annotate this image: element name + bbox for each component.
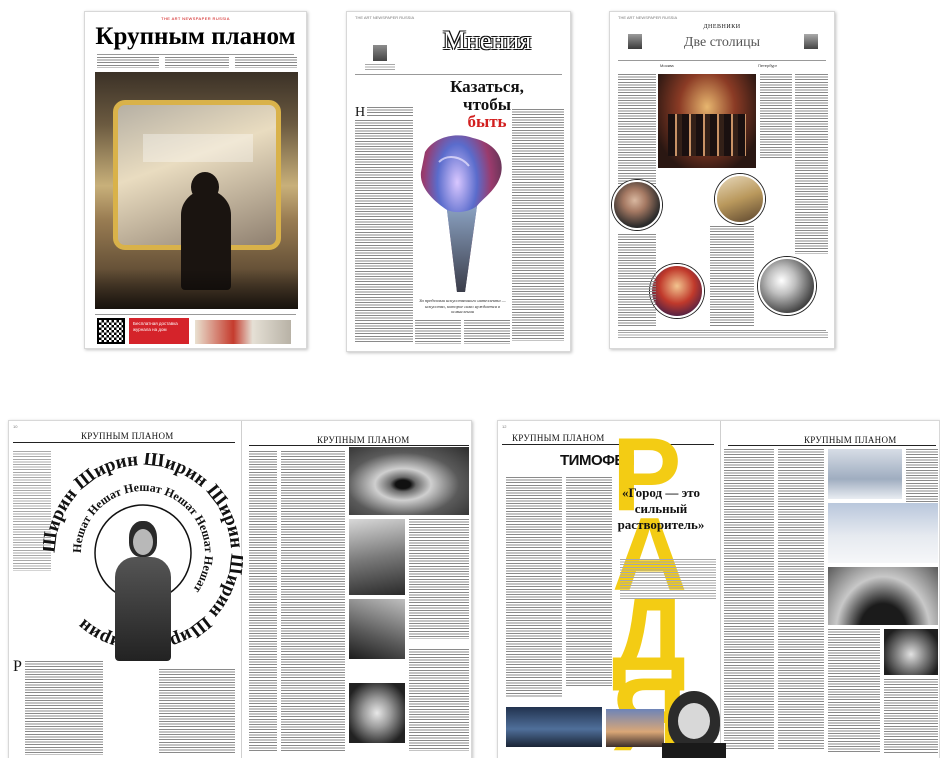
body-column-left bbox=[25, 661, 103, 755]
spread-thumbnail-timofey-radya[interactable]: 12 КРУПНЫМ ПЛАНОМ КРУПНЫМ ПЛАНОМ ТИМОФЕЙ… bbox=[497, 420, 940, 758]
body-column-2 bbox=[415, 320, 461, 344]
body-column-right-2 bbox=[778, 449, 824, 749]
teaser-text-2 bbox=[165, 57, 229, 68]
body-column-1 bbox=[618, 74, 656, 194]
photo-circle-crowd bbox=[650, 264, 704, 318]
body-column-right-1 bbox=[724, 449, 774, 749]
body-column-4 bbox=[512, 109, 564, 341]
cover-photo-bus-window bbox=[95, 72, 298, 309]
body-column-3 bbox=[760, 74, 792, 158]
photo-snow-pyramid bbox=[828, 503, 938, 563]
title-rule bbox=[355, 74, 562, 75]
section-label: ДНЕВНИКИ bbox=[703, 24, 741, 30]
ad-magazine-stack bbox=[195, 320, 291, 344]
page-thumbnail-close-up[interactable]: THE ART NEWSPAPER RUSSIA Крупным планом … bbox=[84, 11, 307, 349]
footer-rule bbox=[95, 314, 296, 315]
body-column-left-2 bbox=[566, 477, 612, 687]
pull-quote: За пределами искусственного интеллекта —… bbox=[415, 298, 510, 315]
photo-musicians-stage bbox=[658, 74, 756, 168]
page-title: Две столицы bbox=[683, 35, 761, 50]
artwork-mineral-sculpture bbox=[417, 132, 509, 297]
body-column-right-3 bbox=[828, 629, 880, 753]
body-column-right-4 bbox=[884, 679, 938, 753]
title-rule bbox=[97, 54, 294, 55]
ad-banner-text: Бесплатная доставка журнала на дом bbox=[133, 321, 178, 332]
section-header-left: КРУПНЫМ ПЛАНОМ bbox=[81, 431, 174, 441]
footer-rule bbox=[618, 330, 826, 331]
body-column-6 bbox=[710, 226, 754, 326]
photo-landscape-dusk bbox=[606, 709, 664, 747]
photo-circle-portrait-man bbox=[612, 180, 662, 230]
author-caption bbox=[365, 64, 395, 70]
ad-banner: Бесплатная доставка журнала на дом bbox=[129, 318, 189, 344]
photo-pylons-night bbox=[506, 707, 602, 747]
body-column-3 bbox=[464, 320, 510, 344]
photo-hooded-figure bbox=[662, 689, 726, 758]
section-header-right: КРУПНЫМ ПЛАНОМ bbox=[804, 435, 897, 445]
header-rule-left bbox=[13, 442, 235, 443]
drop-cap: Р bbox=[13, 658, 22, 675]
city-label-left: Москва bbox=[660, 63, 674, 68]
photo-eye-closeup bbox=[349, 447, 469, 515]
photo-bw-figures bbox=[349, 519, 405, 595]
section-header-right: КРУПНЫМ ПЛАНОМ bbox=[317, 435, 410, 445]
subheading-left bbox=[13, 647, 63, 652]
photo-bridge-bw bbox=[828, 567, 938, 625]
running-header: THE ART NEWSPAPER RUSSIA bbox=[618, 15, 678, 20]
city-label-right: Петербург bbox=[758, 63, 778, 68]
teaser-text-1 bbox=[97, 57, 159, 68]
spread-thumbnail-shirin-neshat[interactable]: 10 КРУПНЫМ ПЛАНОМ КРУПНЫМ ПЛАНОМ Ширин Ш… bbox=[8, 420, 472, 758]
header-rule-right bbox=[249, 445, 469, 446]
drop-cap: Н bbox=[355, 105, 366, 120]
teaser-text-3 bbox=[235, 57, 297, 68]
page-title: Крупным планом bbox=[95, 23, 296, 50]
author-portrait bbox=[373, 45, 387, 61]
photo-snow-figures bbox=[828, 449, 902, 499]
body-column-1b bbox=[355, 120, 413, 342]
body-column-right-3 bbox=[409, 519, 469, 639]
photo-circle-gallery bbox=[715, 174, 765, 224]
pull-quote-text: За пределами искусственного интеллекта —… bbox=[419, 298, 506, 314]
header-rule-right bbox=[728, 445, 936, 446]
photo-circle-event bbox=[758, 257, 816, 315]
sculpture-graphic bbox=[420, 135, 502, 292]
body-column-left-1 bbox=[506, 477, 562, 697]
body-column-right-2 bbox=[281, 451, 345, 751]
body-column-left-2 bbox=[159, 669, 235, 755]
footer-captions bbox=[618, 332, 828, 340]
header-rule-left bbox=[502, 444, 714, 445]
headline-line-1: Казаться, bbox=[450, 77, 524, 96]
layout-preview-board: THE ART NEWSPAPER RUSSIA Крупным планом … bbox=[0, 0, 940, 758]
photo-hands bbox=[349, 683, 405, 743]
page-number-left: 12 bbox=[502, 424, 507, 429]
section-header-left: КРУПНЫМ ПЛАНОМ bbox=[512, 433, 605, 443]
photo-bw-group bbox=[349, 599, 405, 659]
body-column-1 bbox=[367, 107, 413, 117]
page-title: Мнения bbox=[442, 26, 532, 55]
quote-deck bbox=[620, 559, 716, 599]
title-rule bbox=[618, 60, 826, 61]
page-thumbnail-opinions[interactable]: THE ART NEWSPAPER RUSSIA Мнения Казаться… bbox=[346, 11, 571, 352]
page-thumbnail-two-capitals[interactable]: THE ART NEWSPAPER RUSSIA ДНЕВНИКИ Две ст… bbox=[609, 11, 835, 349]
portrait-artist bbox=[105, 521, 181, 661]
running-header: THE ART NEWSPAPER RUSSIA bbox=[355, 15, 415, 20]
masthead-logo: THE ART NEWSPAPER RUSSIA bbox=[161, 16, 230, 21]
qr-code bbox=[97, 318, 125, 344]
pull-quote: «Город — это сильный растворитель» bbox=[617, 485, 705, 532]
body-column-5 bbox=[618, 234, 656, 326]
body-column-right-4 bbox=[409, 649, 469, 751]
body-column-4 bbox=[795, 74, 828, 254]
body-column-right-1 bbox=[249, 451, 277, 751]
photo-round-porthole bbox=[884, 629, 938, 675]
page-number-left: 10 bbox=[13, 424, 18, 429]
